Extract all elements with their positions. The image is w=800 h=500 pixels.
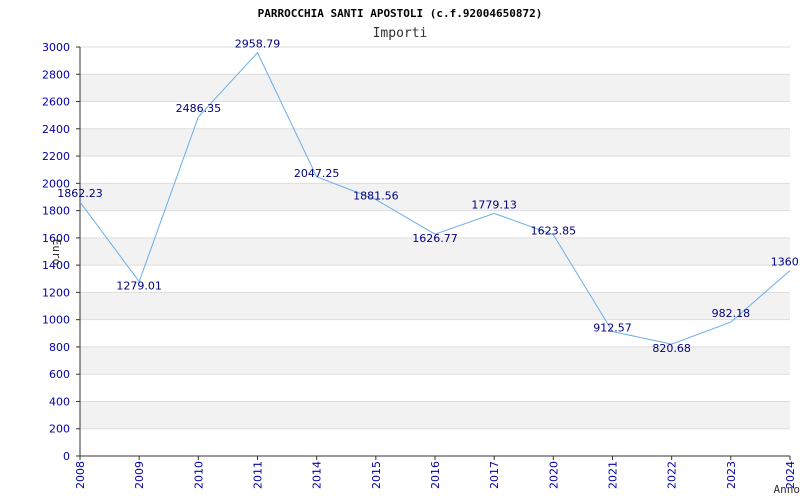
chart-title: PARROCCHIA SANTI APOSTOLI (c.f.920046508… (258, 7, 543, 20)
grid-bands (80, 74, 790, 429)
y-tick-label: 600 (49, 368, 70, 381)
grid-band (80, 74, 790, 102)
x-tick-label: 2014 (311, 461, 324, 489)
data-label: 982.18 (712, 307, 751, 320)
data-label: 1779.13 (471, 198, 517, 211)
x-tick-label: 2010 (192, 461, 205, 489)
x-tick-label: 2017 (488, 461, 501, 489)
x-tick-label: 2009 (133, 461, 146, 489)
x-tick-label: 2016 (429, 461, 442, 489)
y-tick-label: 1000 (42, 314, 70, 327)
y-tick-label: 1800 (42, 205, 70, 218)
x-tick-label: 2022 (666, 461, 679, 489)
y-tick-label: 800 (49, 341, 70, 354)
grid-band (80, 183, 790, 211)
y-tick-label: 2400 (42, 123, 70, 136)
data-label: 1279.01 (116, 280, 162, 293)
data-label: 1623.85 (531, 225, 577, 238)
line-chart: 0200400600800100012001400160018002000220… (42, 7, 800, 496)
y-tick-label: 400 (49, 395, 70, 408)
grid-band (80, 128, 790, 157)
data-label: 2486.35 (176, 102, 222, 115)
y-tick-label: 0 (63, 450, 70, 463)
x-tick-label: 2008 (74, 461, 87, 489)
y-tick-label: 2200 (42, 150, 70, 163)
x-tick-label: 2023 (725, 461, 738, 489)
y-axis-title: Euro (50, 239, 63, 266)
chart-subtitle: Importi (373, 26, 428, 41)
x-tick-labels: 2008 2009 2010 2011 2014 2015 2016 2017 2020 2021… (74, 461, 797, 489)
x-tick-label: 2015 (370, 461, 383, 489)
data-label: 1881.56 (353, 189, 399, 202)
x-tick-label: 2020 (547, 461, 560, 489)
y-tick-label: 1200 (42, 286, 70, 299)
data-label: 820.68 (652, 342, 691, 355)
data-label: 1862.23 (57, 187, 103, 200)
x-tick-label: 2011 (252, 461, 265, 489)
y-tick-label: 2600 (42, 96, 70, 109)
grid-band (80, 292, 790, 320)
x-axis-title: Anno (774, 483, 800, 496)
data-label: 912.57 (593, 322, 632, 335)
data-label: 1360.2 (771, 256, 800, 269)
data-label: 2958.79 (235, 38, 281, 51)
y-tick-label: 3000 (42, 41, 70, 54)
y-tick-label: 200 (49, 423, 70, 436)
x-tick-label: 2021 (607, 461, 620, 489)
y-tick-label: 2800 (42, 68, 70, 81)
grid-band (80, 401, 790, 429)
data-label: 1626.77 (412, 232, 458, 245)
data-label: 2047.25 (294, 167, 340, 180)
